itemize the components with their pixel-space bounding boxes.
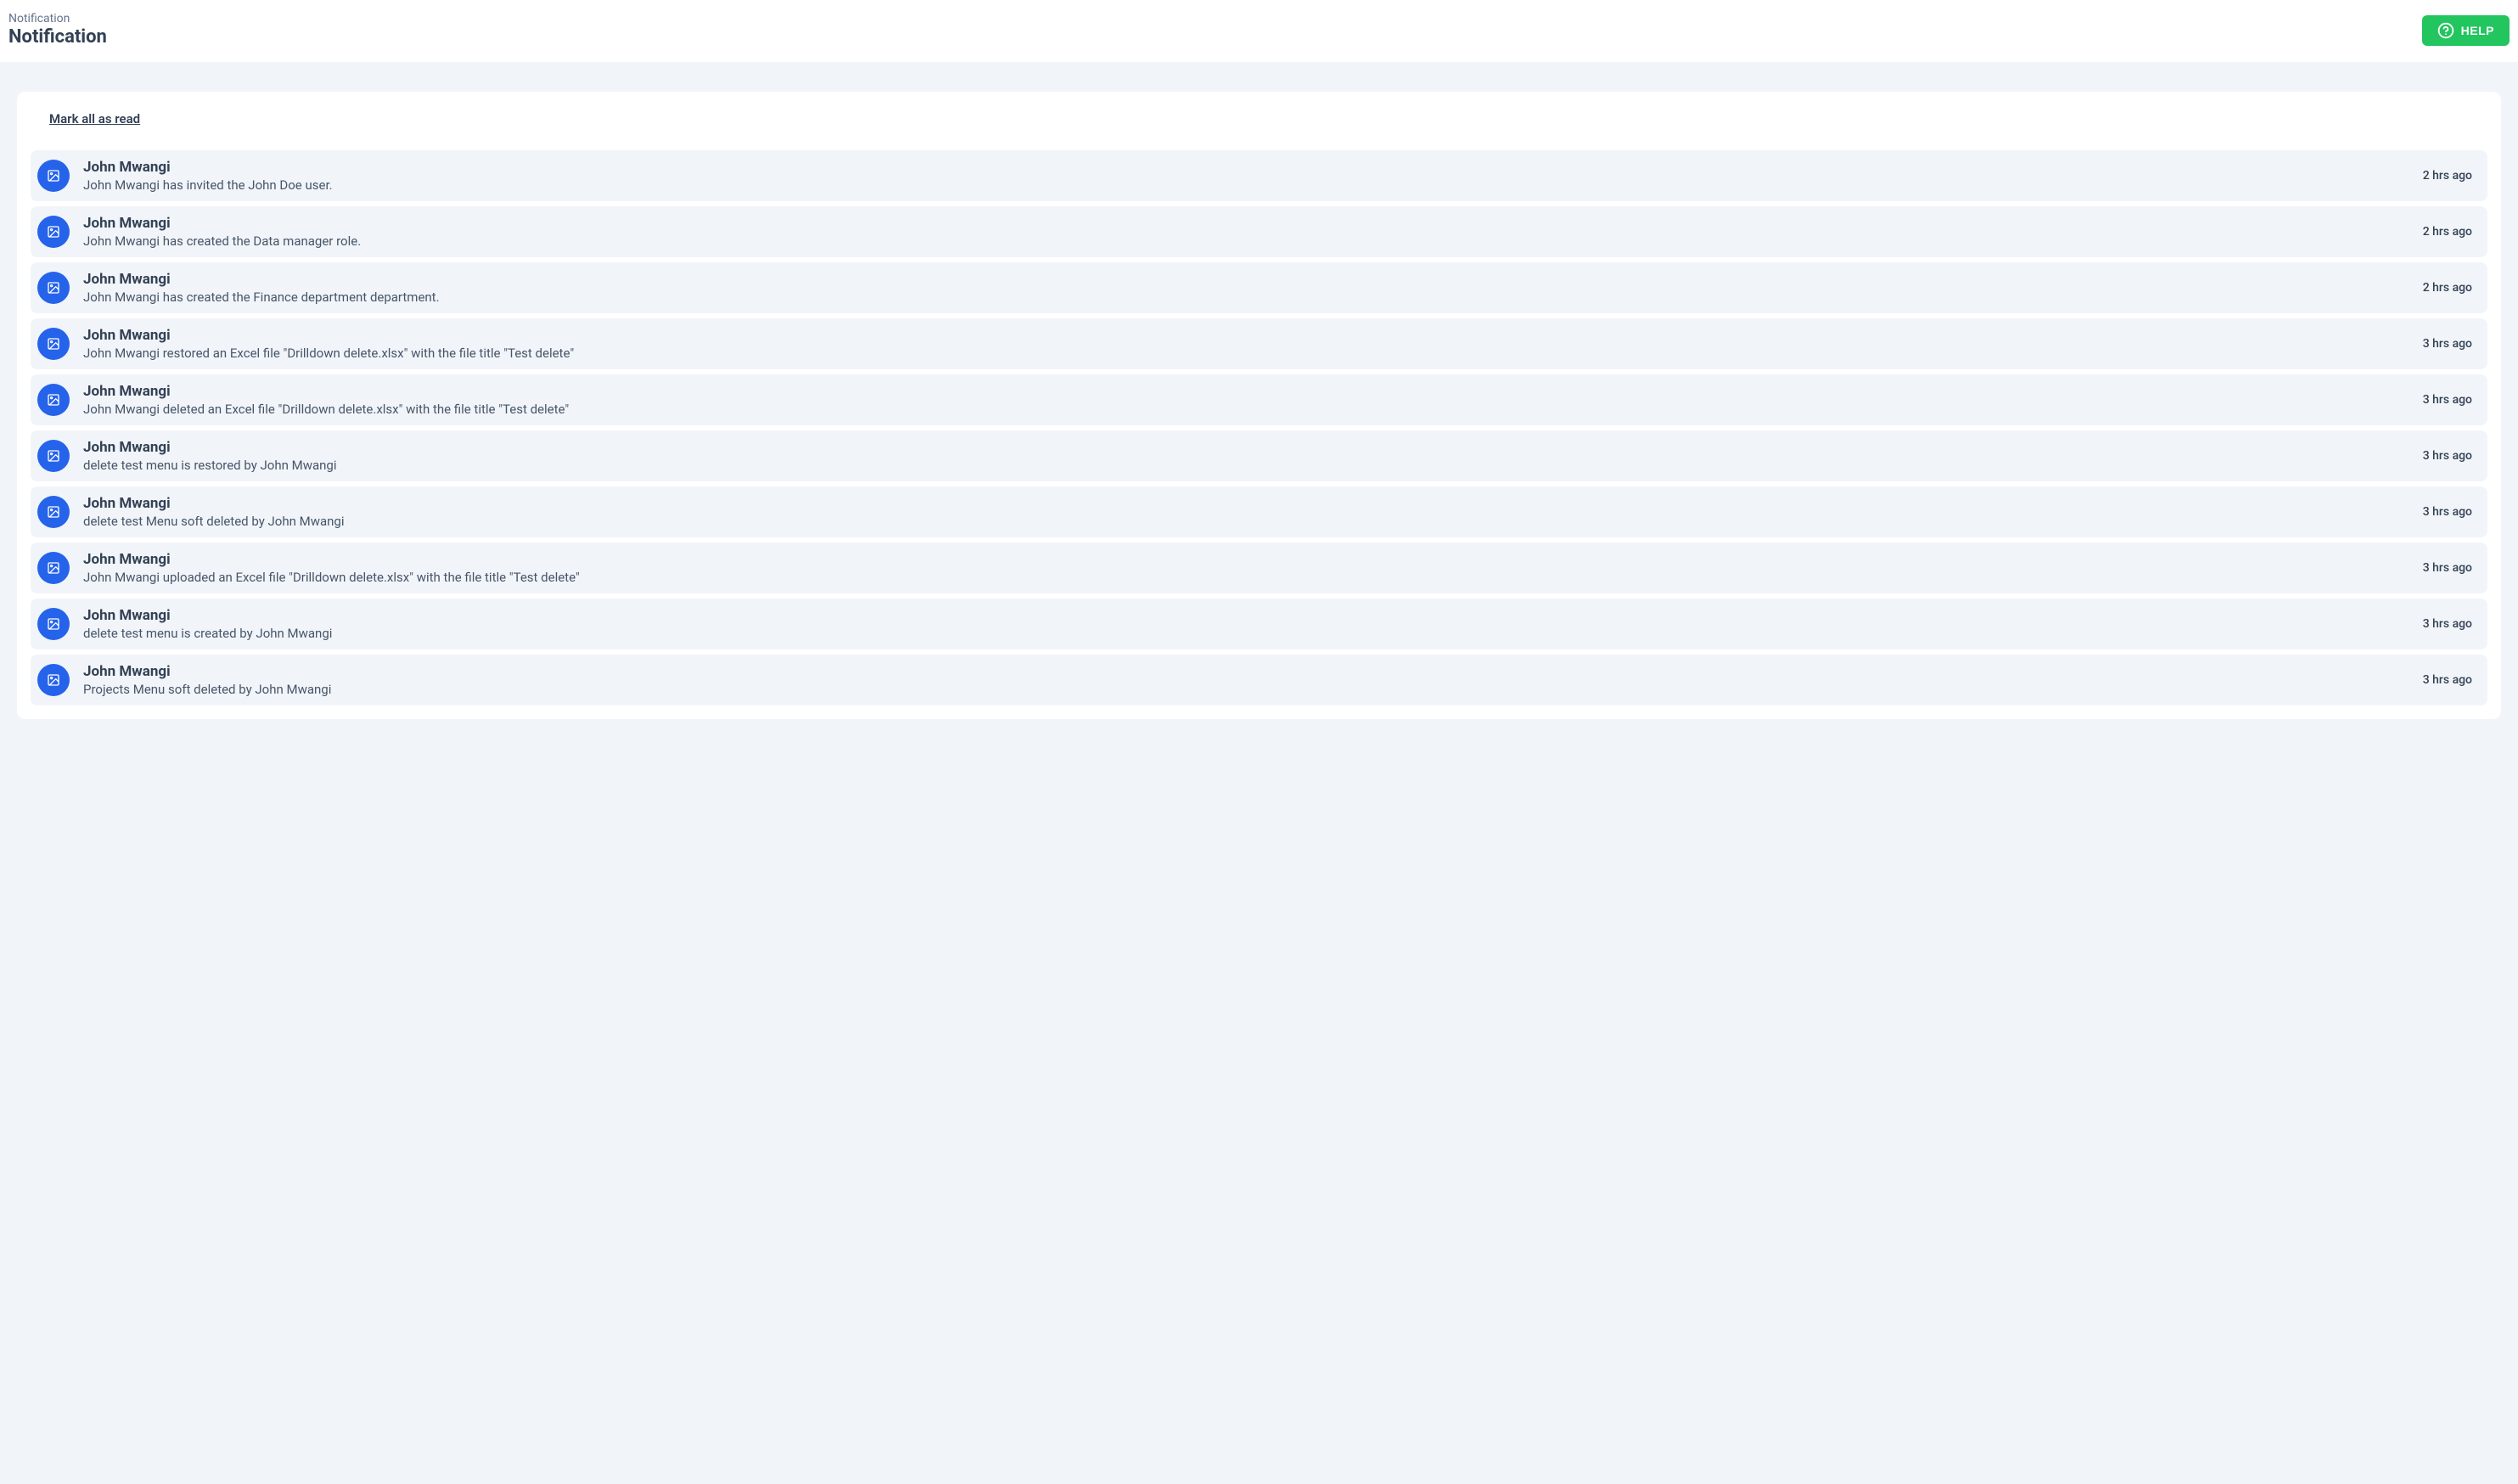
notification-item[interactable]: John Mwangi John Mwangi restored an Excel…: [31, 318, 2487, 369]
notification-item[interactable]: John MwangiJohn Mwangi has created the F…: [31, 262, 2487, 313]
notification-item[interactable]: John MwangiJohn Mwangi has invited the J…: [31, 150, 2487, 201]
notification-user: John Mwangi: [83, 495, 2409, 512]
avatar: [37, 272, 70, 304]
notification-item[interactable]: John Mwangi delete test Menu soft deleted…: [31, 486, 2487, 537]
notification-time: 3 hrs ago: [2423, 337, 2472, 351]
notification-time: 3 hrs ago: [2423, 449, 2472, 463]
avatar: [37, 440, 70, 472]
page-title: Notification: [8, 25, 107, 50]
help-button-label: HELP: [2461, 24, 2494, 37]
main-content: Mark all as read John MwangiJohn Mwangi …: [0, 63, 2518, 1484]
notification-item[interactable]: John Mwangi John Mwangi deleted an Excel …: [31, 374, 2487, 425]
notification-item[interactable]: John Mwangi delete test menu is restored …: [31, 430, 2487, 481]
notification-user: John Mwangi: [83, 607, 2409, 624]
avatar: [37, 216, 70, 248]
help-circle-icon: [2437, 22, 2454, 39]
notification-content: John MwangiJohn Mwangi has created the F…: [83, 271, 2409, 305]
notification-message: John Mwangi has created the Finance depa…: [83, 289, 2409, 305]
notification-content: John Mwangi delete test menu is created b…: [83, 607, 2409, 641]
notification-time: 2 hrs ago: [2423, 225, 2472, 239]
notification-message: delete test menu is created by John Mwan…: [83, 626, 2409, 641]
avatar: [37, 496, 70, 528]
notification-panel: Mark all as read John MwangiJohn Mwangi …: [17, 92, 2501, 719]
notification-content: John Mwangi Projects Menu soft deleted by…: [83, 663, 2409, 697]
notification-content: John Mwangi delete test Menu soft deleted…: [83, 495, 2409, 529]
notification-item[interactable]: John MwangiJohn Mwangi has created the D…: [31, 206, 2487, 257]
notification-time: 2 hrs ago: [2423, 169, 2472, 183]
notification-time: 3 hrs ago: [2423, 393, 2472, 407]
notification-content: John MwangiJohn Mwangi has invited the J…: [83, 159, 2409, 193]
notification-message: John Mwangi restored an Excel file "Dril…: [83, 346, 2409, 361]
notification-user: John Mwangi: [83, 271, 2409, 288]
header-left: Notification Notification: [8, 12, 107, 50]
notification-time: 3 hrs ago: [2423, 617, 2472, 631]
avatar: [37, 664, 70, 696]
notification-time: 2 hrs ago: [2423, 281, 2472, 295]
notification-user: John Mwangi: [83, 159, 2409, 176]
notification-user: John Mwangi: [83, 439, 2409, 456]
notification-message: John Mwangi has invited the John Doe use…: [83, 177, 2409, 193]
avatar: [37, 384, 70, 416]
notification-content: John Mwangi John Mwangi restored an Excel…: [83, 327, 2409, 361]
help-button[interactable]: HELP: [2422, 15, 2510, 46]
notification-message: delete test Menu soft deleted by John Mw…: [83, 514, 2409, 529]
notification-time: 3 hrs ago: [2423, 505, 2472, 519]
breadcrumb: Notification: [8, 12, 107, 25]
notification-message: John Mwangi has created the Data manager…: [83, 233, 2409, 249]
notification-item[interactable]: John Mwangi delete test menu is created b…: [31, 599, 2487, 649]
page-header: Notification Notification HELP: [0, 0, 2518, 63]
notification-user: John Mwangi: [83, 383, 2409, 400]
notification-content: John Mwangi delete test menu is restored …: [83, 439, 2409, 473]
notification-message: Projects Menu soft deleted by John Mwang…: [83, 682, 2409, 697]
notification-user: John Mwangi: [83, 327, 2409, 344]
notification-list: John MwangiJohn Mwangi has invited the J…: [31, 150, 2487, 705]
avatar: [37, 160, 70, 192]
notification-user: John Mwangi: [83, 551, 2409, 568]
notification-user: John Mwangi: [83, 663, 2409, 680]
avatar: [37, 328, 70, 360]
notification-message: John Mwangi uploaded an Excel file "Dril…: [83, 570, 2409, 585]
notification-item[interactable]: John Mwangi John Mwangi uploaded an Excel…: [31, 542, 2487, 593]
notification-message: John Mwangi deleted an Excel file "Drill…: [83, 402, 2409, 417]
notification-content: John Mwangi John Mwangi deleted an Excel …: [83, 383, 2409, 417]
avatar: [37, 608, 70, 640]
notification-message: delete test menu is restored by John Mwa…: [83, 458, 2409, 473]
notification-user: John Mwangi: [83, 215, 2409, 232]
mark-all-read-link[interactable]: Mark all as read: [49, 111, 140, 126]
notification-time: 3 hrs ago: [2423, 561, 2472, 575]
notification-content: John Mwangi John Mwangi uploaded an Excel…: [83, 551, 2409, 585]
notification-content: John MwangiJohn Mwangi has created the D…: [83, 215, 2409, 249]
notification-item[interactable]: John Mwangi Projects Menu soft deleted by…: [31, 655, 2487, 705]
notification-time: 3 hrs ago: [2423, 673, 2472, 687]
avatar: [37, 552, 70, 584]
